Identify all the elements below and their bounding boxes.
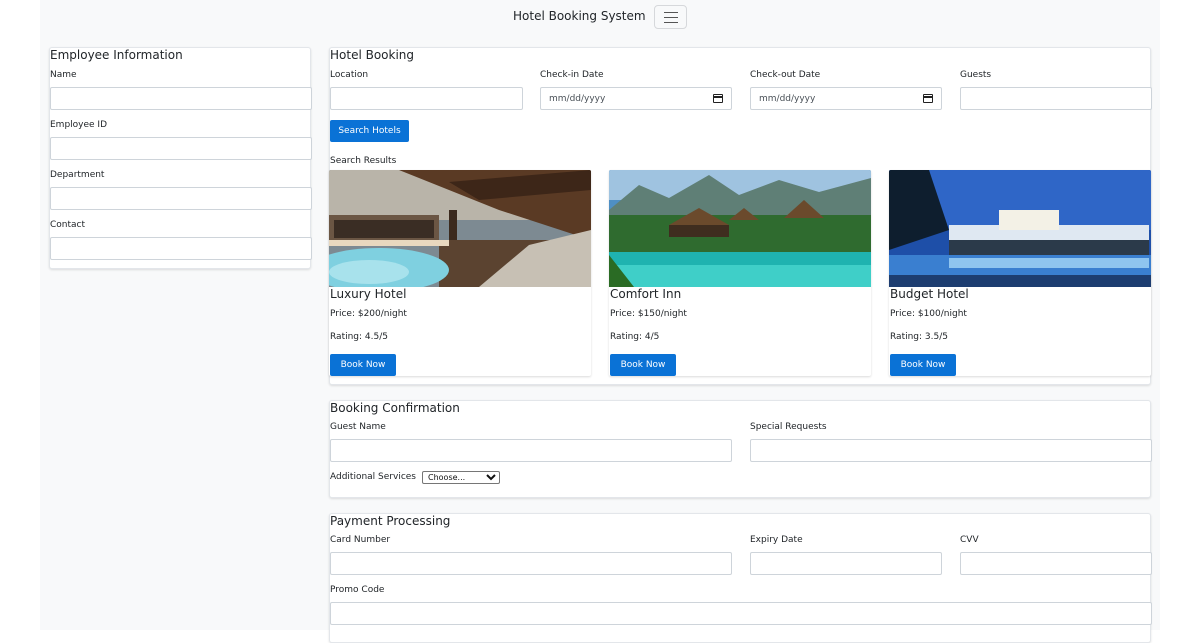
employee-id-label: Employee ID — [50, 120, 108, 130]
expiry-date-label: Expiry Date — [750, 535, 803, 545]
location-input[interactable] — [330, 87, 523, 110]
department-label: Department — [50, 170, 105, 180]
hotel-price-comfort: Price: $150/night — [610, 309, 687, 319]
name-input[interactable] — [50, 87, 312, 110]
hotel-name-comfort: Comfort Inn — [610, 287, 682, 301]
app-title: Hotel Booking System — [513, 9, 646, 23]
calendar-icon[interactable] — [923, 94, 933, 103]
employee-title: Employee Information — [50, 48, 183, 62]
checkout-placeholder: mm/dd/yyyy — [759, 93, 816, 104]
search-hotels-button[interactable]: Search Hotels — [330, 120, 409, 142]
guests-label: Guests — [960, 70, 992, 80]
hotel-name-budget: Budget Hotel — [890, 287, 969, 301]
contact-label: Contact — [50, 220, 86, 230]
hotel-rating-luxury: Rating: 4.5/5 — [330, 332, 388, 342]
checkout-label: Check-out Date — [750, 70, 821, 80]
checkin-date-input[interactable]: mm/dd/yyyy — [540, 87, 732, 110]
cvv-input[interactable] — [960, 552, 1152, 575]
hotel-image-luxury — [329, 170, 591, 287]
hotel-card-budget: Budget Hotel Price: $100/night Rating: 3… — [889, 170, 1151, 376]
employee-card: Employee Information Name Employee ID De… — [49, 47, 312, 269]
checkin-placeholder: mm/dd/yyyy — [549, 93, 606, 104]
hotel-card-comfort: Comfort Inn Price: $150/night Rating: 4/… — [609, 170, 871, 376]
payment-card: Payment Processing Card Number Expiry Da… — [329, 513, 1152, 643]
hotel-image-budget — [889, 170, 1151, 287]
special-requests-label: Special Requests — [750, 422, 827, 432]
guest-name-input[interactable] — [330, 439, 732, 462]
card-number-input[interactable] — [330, 552, 732, 575]
cvv-label: CVV — [960, 535, 979, 545]
additional-services-select[interactable]: Choose... — [422, 471, 500, 484]
booking-confirmation-title: Booking Confirmation — [330, 401, 460, 415]
navbar: Hotel Booking System — [40, 0, 1160, 34]
checkin-label: Check-in Date — [540, 70, 604, 80]
book-now-luxury-button[interactable]: Book Now — [330, 354, 396, 376]
hotel-image-comfort — [609, 170, 871, 287]
guests-input[interactable] — [960, 87, 1152, 110]
special-requests-input[interactable] — [750, 439, 1152, 462]
book-now-comfort-button[interactable]: Book Now — [610, 354, 676, 376]
payment-title: Payment Processing — [330, 514, 451, 528]
hamburger-icon-line — [664, 17, 678, 18]
hotel-booking-title: Hotel Booking — [330, 48, 415, 62]
hotel-price-budget: Price: $100/night — [890, 309, 967, 319]
page: Hotel Booking System Employee Informatio… — [40, 0, 1160, 643]
contact-input[interactable] — [50, 237, 312, 260]
hotel-rating-comfort: Rating: 4/5 — [610, 332, 660, 342]
promo-code-label: Promo Code — [330, 585, 385, 595]
guest-name-label: Guest Name — [330, 422, 386, 432]
location-label: Location — [330, 70, 369, 80]
hotel-rating-budget: Rating: 3.5/5 — [890, 332, 948, 342]
hamburger-icon — [664, 12, 678, 13]
book-now-budget-button[interactable]: Book Now — [890, 354, 956, 376]
checkout-date-input[interactable]: mm/dd/yyyy — [750, 87, 942, 110]
promo-code-input[interactable] — [330, 602, 1152, 625]
search-results-label: Search Results — [330, 156, 397, 166]
card-number-label: Card Number — [330, 535, 391, 545]
booking-confirmation-card: Booking Confirmation Guest Name Special … — [329, 400, 1152, 498]
hamburger-icon-line — [664, 22, 678, 23]
calendar-icon[interactable] — [713, 94, 723, 103]
additional-services-label: Additional Services — [330, 472, 416, 482]
name-label: Name — [50, 70, 77, 80]
department-input[interactable] — [50, 187, 312, 210]
hotel-card-luxury: Luxury Hotel Price: $200/night Rating: 4… — [329, 170, 591, 376]
menu-toggle-button[interactable] — [654, 5, 687, 29]
expiry-date-input[interactable] — [750, 552, 942, 575]
hotel-name-luxury: Luxury Hotel — [330, 287, 407, 301]
hotel-price-luxury: Price: $200/night — [330, 309, 407, 319]
employee-id-input[interactable] — [50, 137, 312, 160]
